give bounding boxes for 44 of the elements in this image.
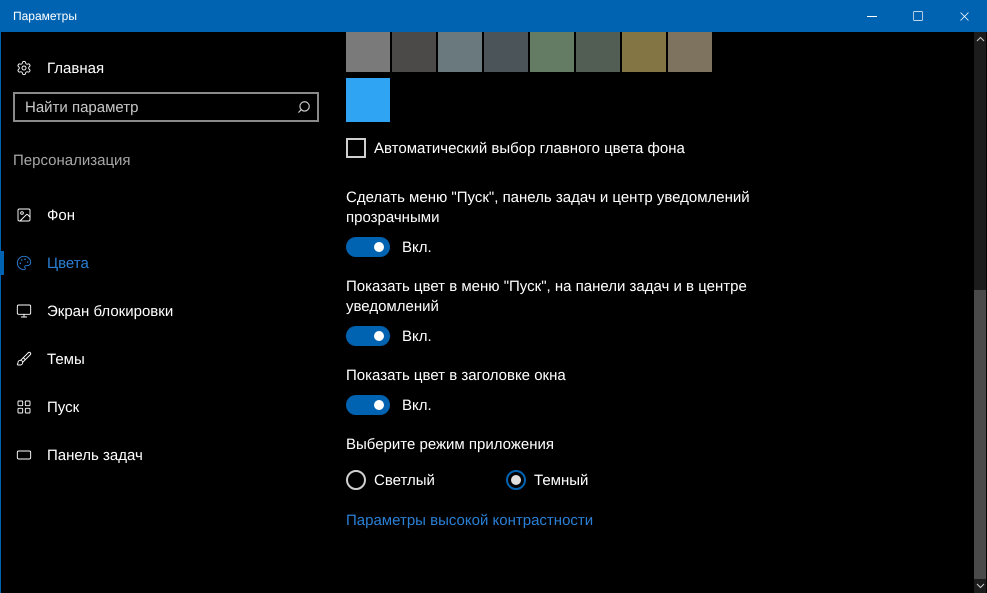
auto-color-checkbox[interactable]: Автоматический выбор главного цвета фона — [346, 138, 974, 158]
nav-item[interactable]: Экран блокировки — [1, 287, 331, 335]
color-swatch[interactable] — [484, 32, 528, 72]
monitor-icon — [16, 303, 32, 319]
scroll-up-icon[interactable] — [976, 36, 984, 42]
color-swatch[interactable] — [576, 32, 620, 72]
high-contrast-link[interactable]: Параметры высокой контрастности — [346, 512, 594, 529]
grid-icon — [16, 399, 32, 415]
color-swatch[interactable] — [530, 32, 574, 72]
brush-icon — [16, 351, 32, 367]
scrollbar[interactable] — [974, 32, 986, 593]
nav-item[interactable]: Пуск — [1, 383, 331, 431]
toggle-state: Вкл. — [402, 396, 432, 414]
color-swatch[interactable] — [346, 78, 390, 122]
nav-item[interactable]: Панель задач — [1, 431, 331, 479]
mode-radio[interactable]: Светлый — [346, 470, 506, 490]
setting-label: Сделать меню "Пуск", панель задач и центр уведомлений прозрачными — [346, 188, 751, 228]
color-swatch[interactable] — [392, 32, 436, 72]
color-swatch[interactable] — [346, 32, 390, 72]
color-swatch[interactable] — [438, 32, 482, 72]
window-title: Параметры — [12, 9, 78, 23]
mode-radio[interactable]: Темный — [506, 470, 666, 490]
nav-item[interactable]: Цвета — [1, 239, 331, 287]
color-swatch[interactable] — [668, 32, 712, 72]
search-field[interactable]: Найти параметр — [13, 92, 319, 122]
toggle-switch[interactable] — [346, 395, 390, 415]
scroll-down-icon[interactable] — [976, 583, 984, 589]
toggle-switch[interactable] — [346, 237, 390, 257]
toggle-switch[interactable] — [346, 326, 390, 346]
palette-icon — [16, 255, 32, 271]
nav-item[interactable]: Темы — [1, 335, 331, 383]
section-heading: Персонализация — [12, 151, 132, 171]
mode-heading: Выберите режим приложения — [346, 435, 555, 455]
image-icon — [16, 207, 32, 223]
maximize-icon — [912, 10, 924, 22]
toggle-state: Вкл. — [402, 328, 432, 344]
toggle-state: Вкл. — [402, 238, 432, 256]
color-swatch[interactable] — [622, 32, 666, 72]
home-item[interactable]: Главная — [1, 44, 331, 92]
setting-label: Показать цвет в заголовке окна — [346, 366, 567, 386]
search-icon — [297, 100, 311, 114]
nav-item[interactable]: Фон — [1, 191, 331, 239]
setting-label: Показать цвет в меню "Пуск", на панели задач и в центре уведомлений — [346, 277, 748, 317]
settings-icon — [16, 60, 32, 76]
